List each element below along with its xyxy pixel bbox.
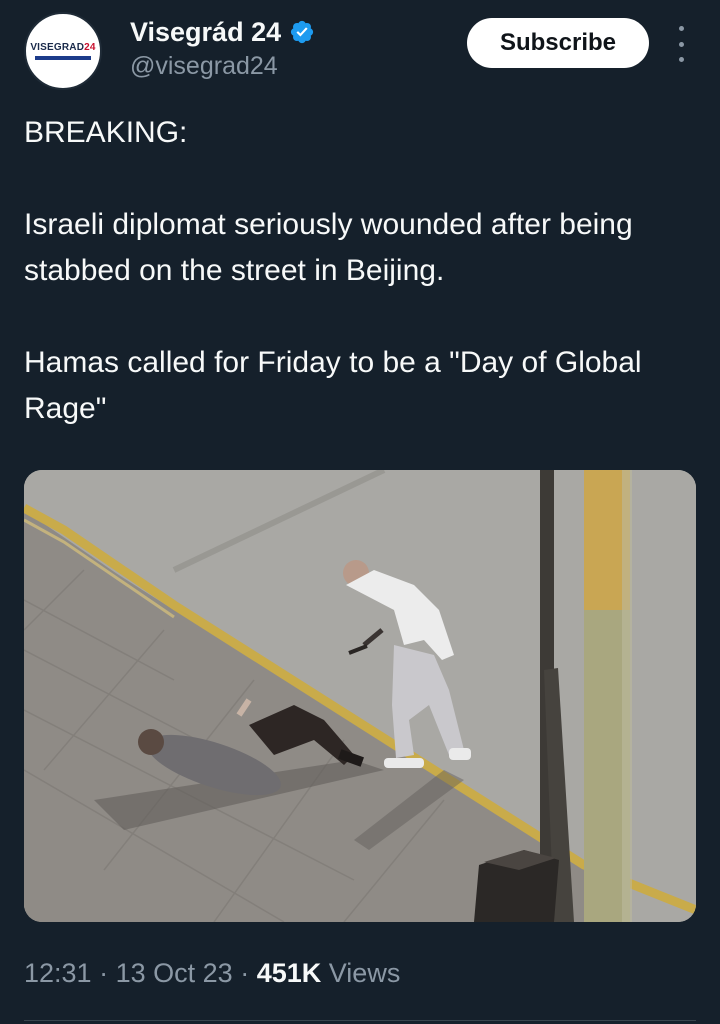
meta-separator: · (240, 958, 250, 988)
tweet-time[interactable]: 12:31 (24, 958, 92, 988)
verified-badge-icon (291, 20, 314, 44)
avatar[interactable]: VISEGRAD24 (24, 12, 102, 90)
author-info[interactable]: Visegrád 24 @visegrad24 (130, 14, 315, 81)
more-dot (678, 41, 684, 47)
more-dot (678, 26, 684, 31)
tweet-header: VISEGRAD24 Visegrád 24 @visegrad24 Subsc… (24, 12, 696, 92)
video-frame-illustration (24, 470, 696, 922)
display-name[interactable]: Visegrád 24 (130, 17, 281, 48)
divider (24, 1020, 696, 1021)
tweet-line-hamas: Hamas called for Friday to be a "Day of … (24, 346, 642, 425)
more-vertical-icon[interactable] (671, 26, 691, 62)
views-label: Views (328, 958, 401, 988)
tweet-meta: 12:31 · 13 Oct 23 · 451K Views (24, 958, 400, 989)
avatar-logo-bar (35, 56, 91, 60)
views-count[interactable]: 451K (257, 958, 322, 988)
tweet-line-diplomat: Israeli diplomat seriously wounded after… (24, 208, 633, 287)
tweet-date[interactable]: 13 Oct 23 (116, 958, 233, 988)
more-dot (678, 57, 684, 62)
avatar-logo-text: VISEGRAD24 (30, 42, 96, 53)
tweet-text: BREAKING: Israeli diplomat seriously wou… (24, 110, 696, 432)
display-name-row: Visegrád 24 (130, 14, 315, 50)
meta-separator: · (99, 958, 109, 988)
tweet-line-breaking: BREAKING: (24, 116, 188, 149)
subscribe-button[interactable]: Subscribe (467, 18, 649, 68)
handle[interactable]: @visegrad24 (130, 52, 315, 81)
tweet-media-video[interactable] (24, 470, 696, 922)
